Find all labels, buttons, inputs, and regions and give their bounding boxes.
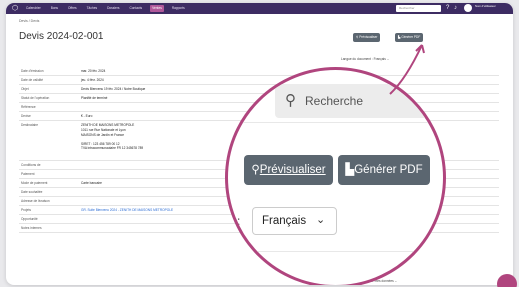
bell-icon[interactable]: ♪ [454,4,457,13]
breadcrumb[interactable]: Devis / Devis [19,19,39,23]
help-icon[interactable]: ? [446,4,449,13]
field-label: Mode de paiement [21,181,48,185]
chevron-down-icon: ⌄ [316,214,326,226]
field-value: mar. 20 fév. 2024 [81,69,106,73]
field-label: Conditions de [21,163,41,167]
field-label: Paiement [21,172,35,176]
field-label: Opportunité [21,217,38,221]
magnified-generate-pdf-button[interactable]: ▙ Générer PDF [338,155,430,185]
field-value-line: 1011 rue Rue Nationale et Lyon [81,128,126,132]
top-search-input[interactable]: Rechercher [396,5,441,12]
language-value: Français [373,57,386,61]
field-label: Statut de l'opération [21,96,50,100]
magnified-search-text: Recherche [305,94,364,108]
magnified-preview-label: Prévisualiser [259,164,326,176]
nav-item-contacts[interactable]: Contacts [127,3,144,14]
pointer-arrow-icon [389,44,425,95]
nav-item-calendrier[interactable]: Calendrier [24,3,43,14]
zoom-magnifier: ⚲ Recherche ⚲ Prévisualiser ▙ Générer PD… [225,67,446,285]
nav-item-bons[interactable]: Bons [49,3,60,14]
page-title: Devis 2024-02-001 [19,31,104,42]
field-value-line: MAISONS de Jardin et France [81,132,125,137]
field-value: jeu. 4 févr. 2024 [81,78,104,82]
field-label: Date d'émission [21,69,44,73]
field-label: Devise [21,114,31,118]
language-label: Langue du document [341,57,371,61]
field-value-line: TVA intracommunautaire FR 12 345678 789 [81,146,144,150]
field-value: ZENITH DE MAISONS METROPOLE [81,123,135,127]
field-value: Devis Bienvenu 19 fév. 2024 / Notre Bout… [81,87,146,91]
divider [228,251,443,252]
preview-label: Prévisualiser [359,35,378,39]
avatar[interactable] [464,4,472,12]
file-icon: ▙ [345,164,355,176]
field-label: Date souhaitée [21,190,43,194]
field-label: Date de validité [21,78,43,82]
field-label: Destinataire [21,123,39,127]
nav-item-offres[interactable]: Offres [66,3,79,14]
field-label: Adresse de livraison [21,199,50,203]
language-selector-small[interactable]: Langue du document : Français ⌄ [341,57,389,61]
nav-item-rapports[interactable]: Rapports [170,3,187,14]
magnified-language-select[interactable]: Français ⌄ [252,207,337,235]
field-value-line: SIRET : 123 456 789 00 12 [81,141,120,146]
magnified-generate-pdf-label: Générer PDF [354,164,423,176]
magnified-language-value: Français [262,215,307,227]
language-colon: : [237,214,241,228]
field-value: Planifié de terminé [81,96,108,100]
field-value[interactable]: GR. Suite Bienvenu 2024 - ZENITH DE MAIS… [81,208,173,212]
search-icon: ⚲ [285,92,296,109]
nav-item-taches[interactable]: Tâches [85,3,99,14]
field-value: € - Euro [81,114,93,118]
magnified-preview-button[interactable]: ⚲ Prévisualiser [244,155,333,185]
nav-item-dossiers[interactable]: Dossiers [105,3,121,14]
divider [228,122,443,123]
top-navbar: ⬡ Calendrier Bons Offres Tâches Dossiers… [6,3,513,14]
search-icon: ⚲ [251,164,260,176]
field-label: Référence [21,105,36,109]
field-label: Objet [21,87,29,91]
app-logo-icon[interactable]: ⬡ [10,5,20,13]
field-label: Projets [21,208,31,212]
preview-button-small[interactable]: ⚲ Prévisualiser [353,33,381,42]
user-name[interactable]: Nom d'utilisateur [475,4,509,8]
nav-item-ventes[interactable]: Ventes [150,5,164,12]
field-value: Carte bancaire [81,181,102,185]
chat-bubble-icon[interactable] [497,274,517,287]
field-label: Notes internes [21,226,42,230]
app-window: ⬡ Calendrier Bons Offres Tâches Dossiers… [6,3,513,285]
